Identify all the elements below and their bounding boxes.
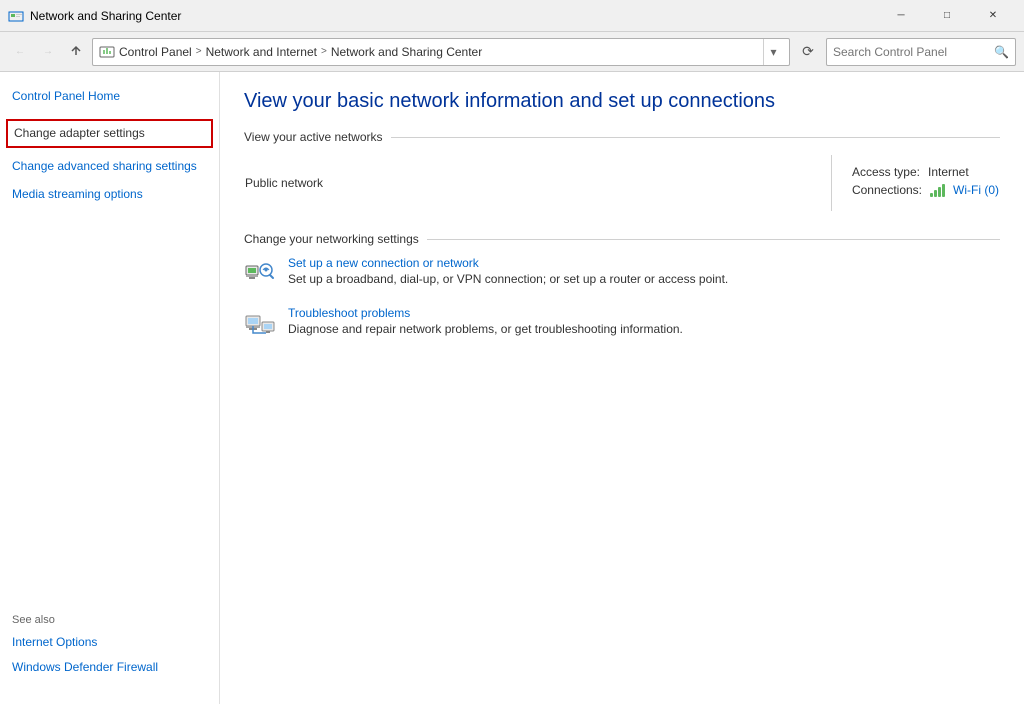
breadcrumb-current: Network and Sharing Center: [331, 45, 482, 59]
access-type-label: Access type:: [852, 165, 920, 179]
sidebar-bottom: See also Internet Options Windows Defend…: [0, 602, 219, 692]
minimize-button[interactable]: ─: [878, 0, 924, 32]
troubleshoot-item: Troubleshoot problems Diagnose and repai…: [244, 306, 1000, 340]
troubleshoot-desc: Diagnose and repair network problems, or…: [288, 322, 683, 336]
setup-connection-item: Set up a new connection or network Set u…: [244, 256, 1000, 290]
breadcrumb-sep-2: >: [321, 46, 327, 57]
maximize-button[interactable]: □: [924, 0, 970, 32]
sidebar-internet-options[interactable]: Internet Options: [12, 630, 207, 655]
troubleshoot-link[interactable]: Troubleshoot problems: [288, 306, 1000, 320]
forward-button[interactable]: →: [36, 40, 60, 64]
network-divider: [831, 155, 832, 211]
address-dropdown-button[interactable]: ▾: [763, 39, 783, 65]
content-area: View your basic network information and …: [220, 72, 1024, 704]
up-button[interactable]: [64, 40, 88, 64]
search-icon[interactable]: 🔍: [994, 45, 1009, 59]
setup-connection-link[interactable]: Set up a new connection or network: [288, 256, 1000, 270]
sidebar-change-adapter[interactable]: Change adapter settings: [6, 119, 213, 148]
connections-row: Connections: Wi-Fi (0): [852, 183, 999, 197]
close-button[interactable]: ✕: [970, 0, 1016, 32]
address-icon: [99, 44, 115, 60]
network-info-left: Public network: [245, 155, 811, 211]
titlebar: Network and Sharing Center ─ □ ✕: [0, 0, 1024, 32]
breadcrumb-control-panel[interactable]: Control Panel: [119, 45, 192, 59]
refresh-button[interactable]: ⟳: [794, 38, 822, 66]
navbar: ← → Control Panel > Network and Internet…: [0, 32, 1024, 72]
main-container: Control Panel Home Change adapter settin…: [0, 72, 1024, 704]
sidebar: Control Panel Home Change adapter settin…: [0, 72, 220, 704]
address-bar[interactable]: Control Panel > Network and Internet > N…: [92, 38, 790, 66]
search-input[interactable]: [833, 45, 994, 59]
active-networks-header: View your active networks: [244, 130, 1000, 144]
wifi-bars-icon: [930, 183, 945, 197]
connections-label: Connections:: [852, 183, 922, 197]
wifi-connection-link[interactable]: Wi-Fi (0): [953, 183, 999, 197]
network-info-right: Access type: Internet Connections: Wi-Fi…: [852, 155, 999, 211]
setup-connection-desc: Set up a broadband, dial-up, or VPN conn…: [288, 272, 728, 286]
active-networks-panel: Public network Access type: Internet Con…: [244, 154, 1000, 212]
networking-settings: Change your networking settings: [244, 232, 1000, 340]
setup-connection-icon: [244, 258, 276, 290]
back-button[interactable]: ←: [8, 40, 32, 64]
window-controls: ─ □ ✕: [878, 0, 1016, 32]
breadcrumb-sep-1: >: [196, 46, 202, 57]
troubleshoot-icon: [244, 308, 276, 340]
network-name: Public network: [245, 176, 323, 190]
troubleshoot-content: Troubleshoot problems Diagnose and repai…: [288, 306, 1000, 336]
sidebar-windows-firewall[interactable]: Windows Defender Firewall: [12, 655, 207, 680]
access-type-row: Access type: Internet: [852, 165, 999, 179]
networking-settings-header: Change your networking settings: [244, 232, 1000, 246]
window-title: Network and Sharing Center: [30, 9, 878, 23]
breadcrumb: Control Panel > Network and Internet > N…: [119, 45, 763, 59]
window-icon: [8, 8, 24, 24]
sidebar-media-streaming[interactable]: Media streaming options: [12, 182, 207, 207]
sidebar-advanced-sharing[interactable]: Change advanced sharing settings: [12, 154, 207, 179]
search-box[interactable]: 🔍: [826, 38, 1016, 66]
page-title: View your basic network information and …: [244, 88, 1000, 114]
access-type-value: Internet: [928, 165, 969, 179]
sidebar-nav: Control Panel Home Change adapter settin…: [0, 84, 219, 207]
see-also-label: See also: [12, 614, 207, 626]
setup-connection-content: Set up a new connection or network Set u…: [288, 256, 1000, 286]
sidebar-control-panel-home[interactable]: Control Panel Home: [12, 84, 207, 109]
breadcrumb-network-internet[interactable]: Network and Internet: [206, 45, 317, 59]
